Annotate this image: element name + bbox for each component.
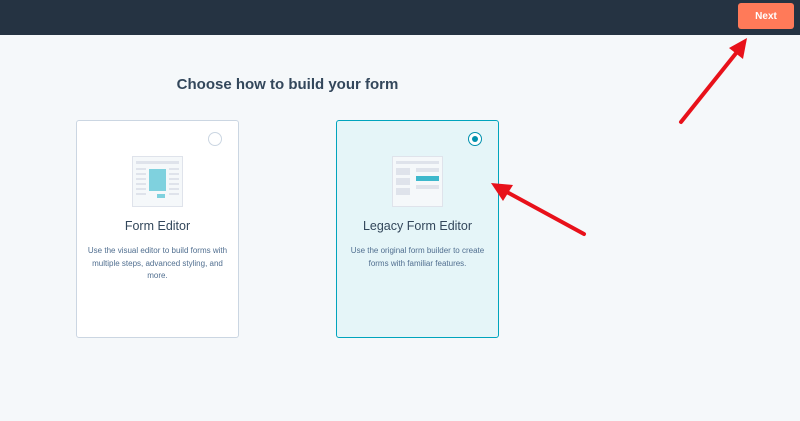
form-editor-card[interactable]: Form Editor Use the visual editor to bui… (76, 120, 239, 338)
top-bar: Next (0, 0, 800, 35)
legacy-form-editor-title: Legacy Form Editor (362, 219, 473, 233)
form-editor-radio[interactable] (208, 132, 222, 146)
annotation-arrow-to-next (679, 38, 747, 124)
form-editor-illustration-icon (132, 156, 183, 207)
annotation-arrow-to-legacy (491, 183, 586, 236)
legacy-form-editor-card[interactable]: Legacy Form Editor Use the original form… (336, 120, 499, 338)
legacy-form-illustration-icon (392, 156, 443, 207)
form-editor-description: Use the visual editor to build forms wit… (87, 246, 228, 280)
next-button[interactable]: Next (738, 3, 794, 29)
legacy-form-editor-radio[interactable] (468, 132, 482, 146)
legacy-form-editor-description: Use the original form builder to create … (350, 246, 485, 268)
page-title: Choose how to build your form (176, 76, 399, 93)
form-editor-title: Form Editor (124, 219, 191, 233)
